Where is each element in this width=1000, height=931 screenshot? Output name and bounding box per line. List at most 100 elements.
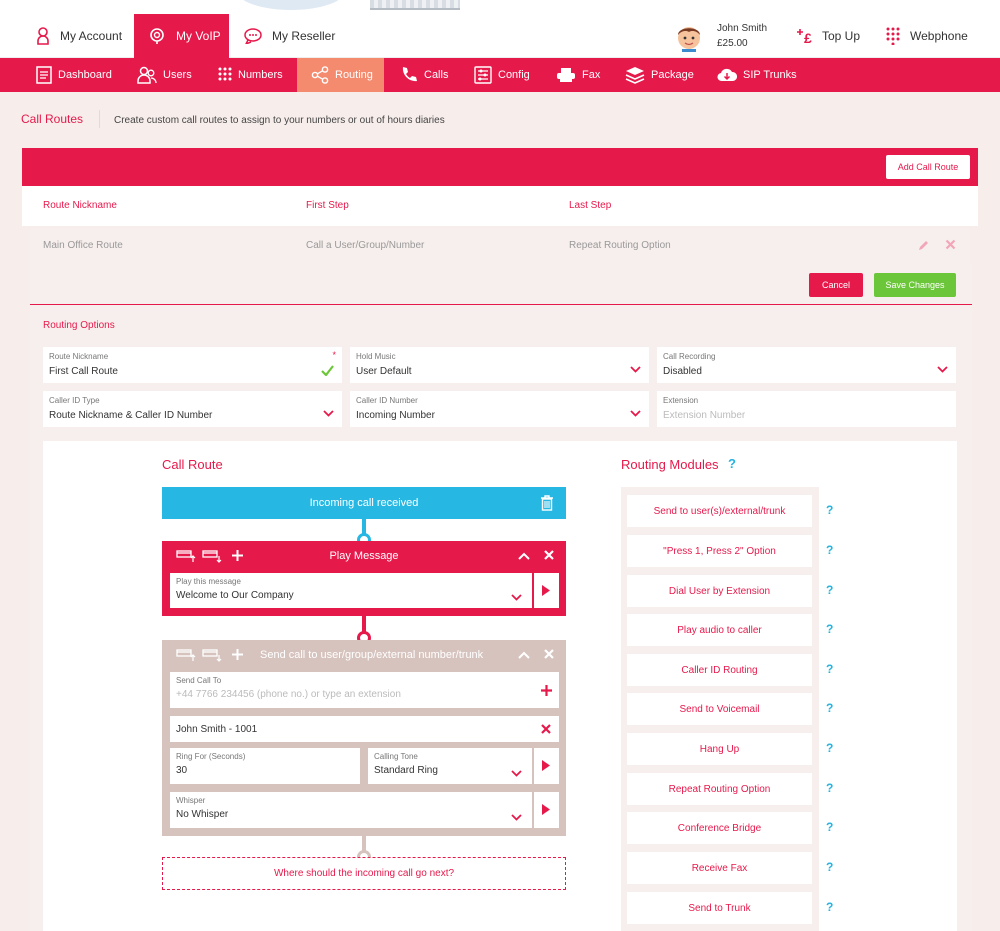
- nav-top-up-label: Top Up: [822, 29, 861, 43]
- nav-top-up[interactable]: £ Top Up: [796, 14, 860, 58]
- nav-users[interactable]: Users: [137, 58, 192, 92]
- collapse-icon[interactable]: [518, 551, 530, 563]
- help-icon[interactable]: ?: [826, 820, 833, 834]
- nav-calls[interactable]: Calls: [400, 58, 448, 92]
- hold-music-select[interactable]: Hold Music User Default: [350, 347, 649, 383]
- chevron-down-icon: [630, 364, 641, 376]
- module-play-audio[interactable]: Play audio to caller: [627, 614, 812, 646]
- module-conference-bridge[interactable]: Conference Bridge: [627, 812, 812, 844]
- ring-for-input[interactable]: Ring For (Seconds) 30: [170, 748, 360, 784]
- help-icon[interactable]: ?: [826, 583, 833, 597]
- send-call-to-label: Send Call To: [176, 676, 222, 685]
- user-avatar[interactable]: [674, 14, 704, 58]
- table-toolbar: [22, 148, 978, 186]
- row-last-step: Repeat Routing Option: [569, 240, 671, 251]
- close-icon[interactable]: [544, 649, 554, 662]
- help-icon[interactable]: ?: [826, 701, 833, 715]
- nav-dashboard[interactable]: Dashboard: [36, 58, 112, 92]
- nav-fax[interactable]: Fax: [556, 58, 600, 92]
- nav-package[interactable]: Package: [625, 58, 694, 92]
- checkmark-icon: [321, 365, 334, 379]
- header-first-step: First Step: [306, 200, 349, 211]
- help-icon[interactable]: ?: [826, 543, 833, 557]
- route-nickname-value: First Call Route: [49, 366, 118, 377]
- edit-icon[interactable]: [918, 239, 930, 254]
- module-send-to-trunk[interactable]: Send to Trunk: [627, 892, 812, 924]
- fax-icon: [556, 67, 576, 83]
- trash-icon[interactable]: [540, 495, 554, 514]
- selected-recipient: John Smith - 1001: [170, 716, 559, 742]
- caller-id-number-value: Incoming Number: [356, 410, 435, 421]
- layers-icon: [625, 66, 645, 84]
- cloud-download-icon: [717, 67, 737, 83]
- nav-my-reseller[interactable]: My Reseller: [244, 14, 335, 58]
- nav-users-label: Users: [163, 69, 192, 81]
- move-up-icon[interactable]: [176, 648, 196, 665]
- top-banner: [0, 0, 1000, 14]
- caller-id-type-value: Route Nickname & Caller ID Number: [49, 410, 213, 421]
- call-recording-select[interactable]: Call Recording Disabled: [657, 347, 956, 383]
- save-changes-button[interactable]: Save Changes: [874, 273, 956, 297]
- module-caller-id-routing[interactable]: Caller ID Routing: [627, 654, 812, 686]
- route-nickname-field[interactable]: Route Nickname * First Call Route: [43, 347, 342, 383]
- delete-icon[interactable]: [945, 239, 956, 253]
- extension-input[interactable]: Extension Extension Number: [657, 391, 956, 427]
- sliders-icon: [474, 66, 492, 84]
- module-send-to-voicemail[interactable]: Send to Voicemail: [627, 693, 812, 725]
- help-icon[interactable]: ?: [826, 741, 833, 755]
- caller-id-number-select[interactable]: Caller ID Number Incoming Number: [350, 391, 649, 427]
- call-recording-label: Call Recording: [663, 352, 716, 361]
- whisper-label: Whisper: [176, 796, 206, 805]
- cancel-button[interactable]: Cancel: [809, 273, 863, 297]
- nav-config[interactable]: Config: [474, 58, 530, 92]
- play-message-select[interactable]: Play this message Welcome to Our Company: [170, 573, 532, 608]
- send-call-to-input[interactable]: Send Call To +44 7766 234456 (phone no.)…: [170, 672, 559, 708]
- add-call-route-button[interactable]: Add Call Route: [886, 155, 970, 179]
- keypad-icon: [886, 27, 900, 45]
- table-row[interactable]: [30, 228, 970, 265]
- help-icon[interactable]: ?: [826, 622, 833, 636]
- nav-webphone[interactable]: Webphone: [886, 14, 968, 58]
- move-down-icon[interactable]: [202, 648, 222, 665]
- whisper-select[interactable]: Whisper No Whisper: [170, 792, 532, 828]
- incoming-call-block[interactable]: Incoming call received: [162, 487, 566, 519]
- nav-sip-trunks[interactable]: SIP Trunks: [717, 58, 797, 92]
- row-route-nickname: Main Office Route: [43, 240, 123, 251]
- calling-tone-select[interactable]: Calling Tone Standard Ring: [368, 748, 532, 784]
- help-icon[interactable]: ?: [826, 860, 833, 874]
- calling-tone-preview-button[interactable]: [534, 748, 559, 784]
- nav-numbers[interactable]: Numbers: [218, 58, 283, 92]
- nav-routing[interactable]: Routing: [297, 58, 384, 92]
- caller-id-type-label: Caller ID Type: [49, 396, 100, 405]
- nav-my-voip[interactable]: My VoIP: [134, 14, 229, 58]
- module-dial-by-extension[interactable]: Dial User by Extension: [627, 575, 812, 607]
- add-recipient-icon[interactable]: [541, 685, 552, 699]
- whisper-preview-button[interactable]: [534, 792, 559, 828]
- help-icon[interactable]: ?: [826, 662, 833, 676]
- nav-my-account[interactable]: My Account: [36, 14, 122, 58]
- play-icon: [541, 759, 551, 775]
- close-icon[interactable]: [544, 550, 554, 563]
- caller-id-type-select[interactable]: Caller ID Type Route Nickname & Caller I…: [43, 391, 342, 427]
- whisper-value: No Whisper: [176, 809, 229, 820]
- call-recording-value: Disabled: [663, 366, 702, 377]
- module-hang-up[interactable]: Hang Up: [627, 733, 812, 765]
- module-press-option[interactable]: "Press 1, Press 2" Option: [627, 535, 812, 567]
- next-step-dropzone[interactable]: Where should the incoming call go next?: [162, 857, 566, 890]
- chat-icon: [244, 28, 262, 44]
- module-receive-fax[interactable]: Receive Fax: [627, 852, 812, 884]
- routing-modules-help[interactable]: ?: [728, 456, 736, 471]
- nav-my-account-label: My Account: [60, 29, 123, 43]
- route-nickname-label: Route Nickname: [49, 352, 109, 361]
- module-repeat-routing[interactable]: Repeat Routing Option: [627, 773, 812, 805]
- module-send-to-users[interactable]: Send to user(s)/external/trunk: [627, 495, 812, 527]
- extension-placeholder: Extension Number: [663, 410, 746, 421]
- help-icon[interactable]: ?: [826, 900, 833, 914]
- play-preview-button[interactable]: [534, 573, 559, 608]
- hold-music-value: User Default: [356, 366, 412, 377]
- collapse-icon[interactable]: [518, 650, 530, 662]
- remove-recipient-icon[interactable]: [541, 724, 551, 737]
- plus-icon[interactable]: [232, 649, 243, 663]
- help-icon[interactable]: ?: [826, 503, 833, 517]
- help-icon[interactable]: ?: [826, 781, 833, 795]
